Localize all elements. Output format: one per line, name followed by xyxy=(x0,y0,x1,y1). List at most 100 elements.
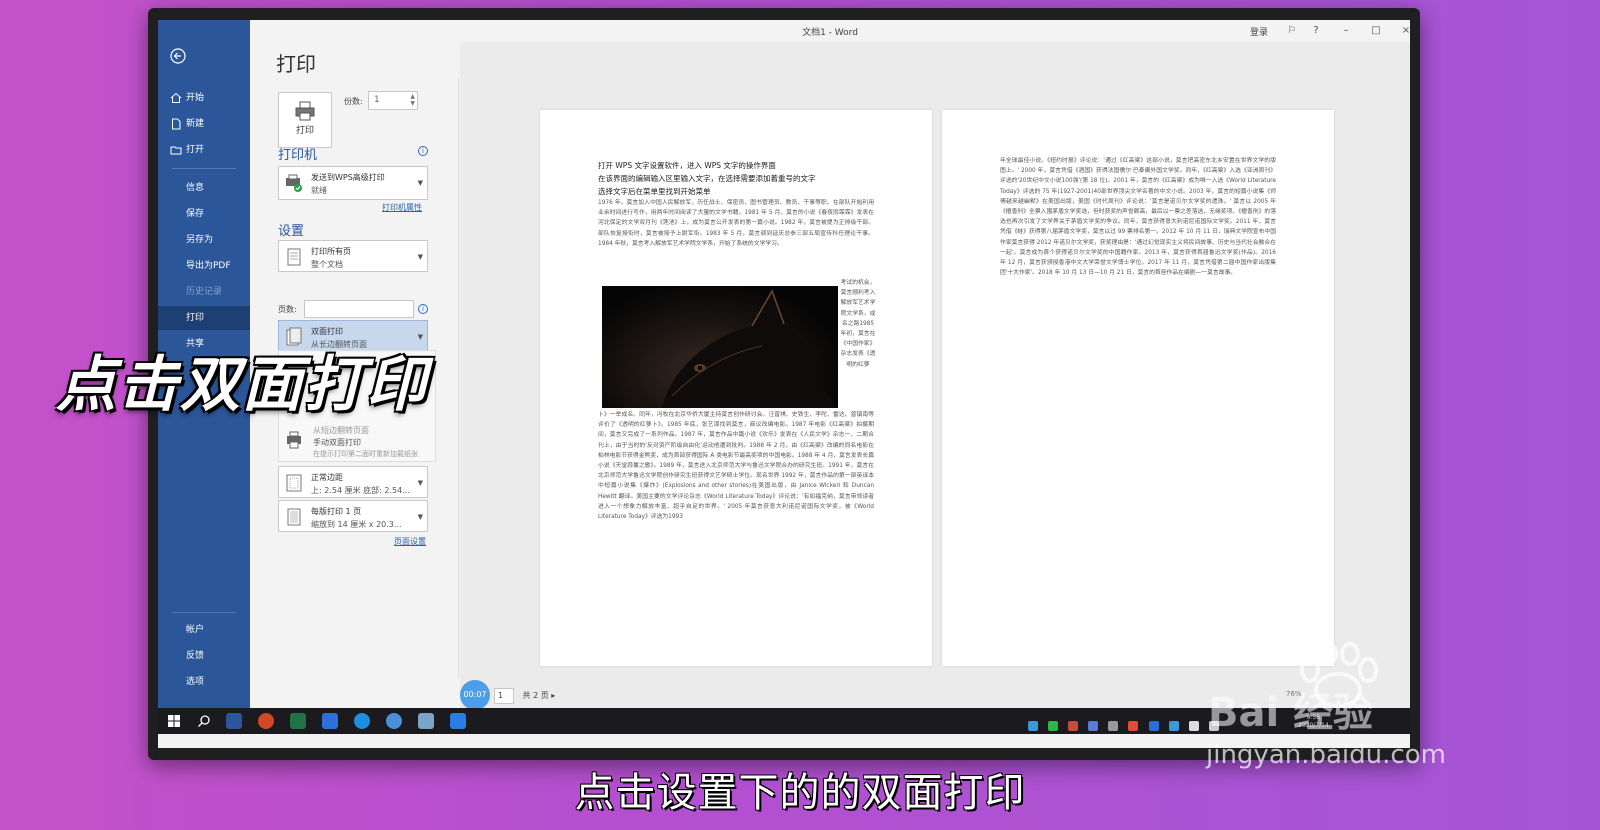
printer-ready-icon xyxy=(286,174,302,192)
current-page-input[interactable]: 1 xyxy=(494,688,514,704)
next-page-icon[interactable]: ▸ xyxy=(551,691,555,700)
sidebar-item-info[interactable]: 信息 xyxy=(158,176,250,200)
page-body-text: 卜》一举成名。同年，冯牧在北京华侨大厦主持莫言创作研讨会。汪曾祺、史铁生、李陀、… xyxy=(598,412,874,521)
pages-per-sheet-select[interactable]: 每版打印 1 页 缩放到 14 厘米 x 20.3... ▼ xyxy=(278,500,428,532)
sidebar-item-label: 帐户 xyxy=(186,625,205,635)
login-link[interactable]: 登录 xyxy=(1250,25,1268,38)
tray-icon[interactable] xyxy=(1168,721,1179,731)
edge-browser-icon[interactable] xyxy=(354,713,370,729)
print-button[interactable]: 打印 xyxy=(278,92,332,148)
video-timer-badge: 00:07 xyxy=(460,680,490,710)
system-tray xyxy=(1028,716,1224,731)
tray-icon[interactable] xyxy=(1128,721,1139,731)
wps-writer-icon[interactable] xyxy=(450,713,466,729)
print-range-select[interactable]: 打印所有页 整个文档 ▼ xyxy=(278,240,428,272)
network-icon[interactable] xyxy=(1188,721,1199,731)
document-pages-icon xyxy=(287,248,301,266)
dog-silhouette-icon xyxy=(662,289,838,408)
browser-app-icon[interactable] xyxy=(386,713,402,729)
preview-page-1: 打开 WPS 文字设置软件，进入 WPS 文字的操作界面 在该界面的编辑输入区里… xyxy=(540,110,932,666)
manual-duplex-icon xyxy=(287,431,301,449)
pages-label: 页数: xyxy=(278,305,297,314)
copies-label: 份数: xyxy=(344,97,363,106)
info-icon[interactable]: i xyxy=(418,146,428,156)
sidebar-item-label: 导出为PDF xyxy=(186,261,231,271)
sidebar-item-label: 新建 xyxy=(186,119,205,129)
sidebar-item-home[interactable]: 开始 xyxy=(158,86,250,110)
page-heading-line: 在该界面的编辑输入区里输入文字，在选择需要添加着重号的文字 xyxy=(598,174,816,183)
maximize-button[interactable]: □ xyxy=(1368,23,1384,39)
sidebar-item-save[interactable]: 保存 xyxy=(158,202,250,226)
option-manual-duplex-label[interactable]: 手动双面打印 xyxy=(313,437,361,448)
search-icon[interactable] xyxy=(196,713,212,729)
tray-icon[interactable] xyxy=(1108,721,1119,731)
tray-icon[interactable] xyxy=(1088,721,1099,731)
printer-name: 发送到WPS高级打印 xyxy=(311,173,385,182)
windows-start-icon[interactable] xyxy=(166,713,182,729)
pane-divider xyxy=(458,78,459,678)
chevron-down-icon: ▼ xyxy=(417,253,423,261)
video-subtitle: 点击设置下的的双面打印 xyxy=(574,770,1026,816)
page-setup-link[interactable]: 页面设置 xyxy=(394,536,426,547)
sidebar-divider xyxy=(172,612,236,613)
sidebar-item-label: 历史记录 xyxy=(186,287,223,297)
new-document-icon xyxy=(172,118,181,130)
minimize-button[interactable]: – xyxy=(1338,23,1354,39)
page-navigator: 1 共 2 页 ▸ xyxy=(494,688,555,704)
option-short-edge-label[interactable]: 从短边翻转页面 xyxy=(313,425,369,436)
page-title: 打印 xyxy=(276,52,316,76)
print-range-secondary: 整个文档 xyxy=(311,260,343,269)
open-folder-icon xyxy=(170,146,182,155)
print-button-label: 打印 xyxy=(295,126,314,136)
sidebar-item-save-as[interactable]: 另存为 xyxy=(158,228,250,252)
sidebar-item-feedback[interactable]: 反馈 xyxy=(158,644,250,668)
printer-status: 就绪 xyxy=(311,186,327,195)
margins-secondary: 上: 2.54 厘米 底部: 2.54... xyxy=(311,486,410,495)
sidebar-item-new[interactable]: 新建 xyxy=(158,112,250,136)
word-app-icon[interactable] xyxy=(226,713,242,729)
page-heading-line: 打开 WPS 文字设置软件，进入 WPS 文字的操作界面 xyxy=(598,161,776,170)
sidebar-item-open[interactable]: 打开 xyxy=(158,138,250,162)
home-icon xyxy=(170,92,182,103)
window-title: 文档1 - Word xyxy=(802,28,858,38)
margins-primary: 正常边距 xyxy=(311,473,343,482)
sidebar-item-account[interactable]: 帐户 xyxy=(158,618,250,642)
chevron-down-icon: ▼ xyxy=(417,513,423,521)
pages-per-sheet-primary: 每版打印 1 页 xyxy=(311,507,362,516)
printer-select[interactable]: 发送到WPS高级打印 就绪 ▼ xyxy=(278,166,428,200)
sidebar-item-export-pdf[interactable]: 导出为PDF xyxy=(158,254,250,278)
tray-icon[interactable] xyxy=(1148,721,1159,731)
overlay-caption: 点击双面打印 xyxy=(56,350,428,420)
margins-icon xyxy=(286,474,302,492)
printer-heading: 打印机 xyxy=(278,148,318,163)
printer-properties-link[interactable]: 打印机属性 xyxy=(382,202,422,213)
pages-per-sheet-secondary: 缩放到 14 厘米 x 20.3... xyxy=(311,520,402,529)
sidebar-item-print[interactable]: 打印 xyxy=(158,306,250,330)
stepper-arrows-icon[interactable]: ▲ ▼ xyxy=(410,93,415,107)
print-preview[interactable]: 打开 WPS 文字设置软件，进入 WPS 文字的操作界面 在该界面的编辑输入区里… xyxy=(460,42,1410,710)
printer-icon xyxy=(295,101,315,121)
app-icon[interactable] xyxy=(418,713,434,729)
margins-select[interactable]: 正常边距 上: 2.54 厘米 底部: 2.54... ▼ xyxy=(278,466,428,498)
back-arrow-icon[interactable] xyxy=(170,48,186,64)
powerpoint-app-icon[interactable] xyxy=(258,713,274,729)
page-side-text: 考试的机会，莫言顺利考入解放军艺术学院文学系，成名之路1985年初，莫言在《中国… xyxy=(840,280,876,368)
pages-input[interactable] xyxy=(304,300,414,318)
title-bar: 文档1 - Word 登录 ⚐ ? – □ × xyxy=(250,20,1410,42)
excel-app-icon[interactable] xyxy=(290,713,306,729)
wechat-icon[interactable] xyxy=(1048,721,1059,731)
close-button[interactable]: × xyxy=(1398,23,1410,39)
tray-icon[interactable] xyxy=(1068,721,1079,731)
sidebar-item-options[interactable]: 选项 xyxy=(158,670,250,694)
info-icon[interactable]: i xyxy=(418,304,428,314)
sidebar-item-label: 保存 xyxy=(186,209,205,219)
wps-app-icon[interactable] xyxy=(322,713,338,729)
help-button[interactable]: ? xyxy=(1308,23,1324,39)
sidebar-item-label: 反馈 xyxy=(186,651,205,661)
chevron-down-icon: ▼ xyxy=(417,479,423,487)
sidebar-item-history[interactable]: 历史记录 xyxy=(158,280,250,304)
coauthor-icon[interactable]: ⚐ xyxy=(1284,23,1300,39)
tray-icon[interactable] xyxy=(1028,721,1038,731)
copies-value: 1 xyxy=(374,95,380,105)
copies-stepper[interactable]: 1 ▲ ▼ xyxy=(368,91,418,110)
